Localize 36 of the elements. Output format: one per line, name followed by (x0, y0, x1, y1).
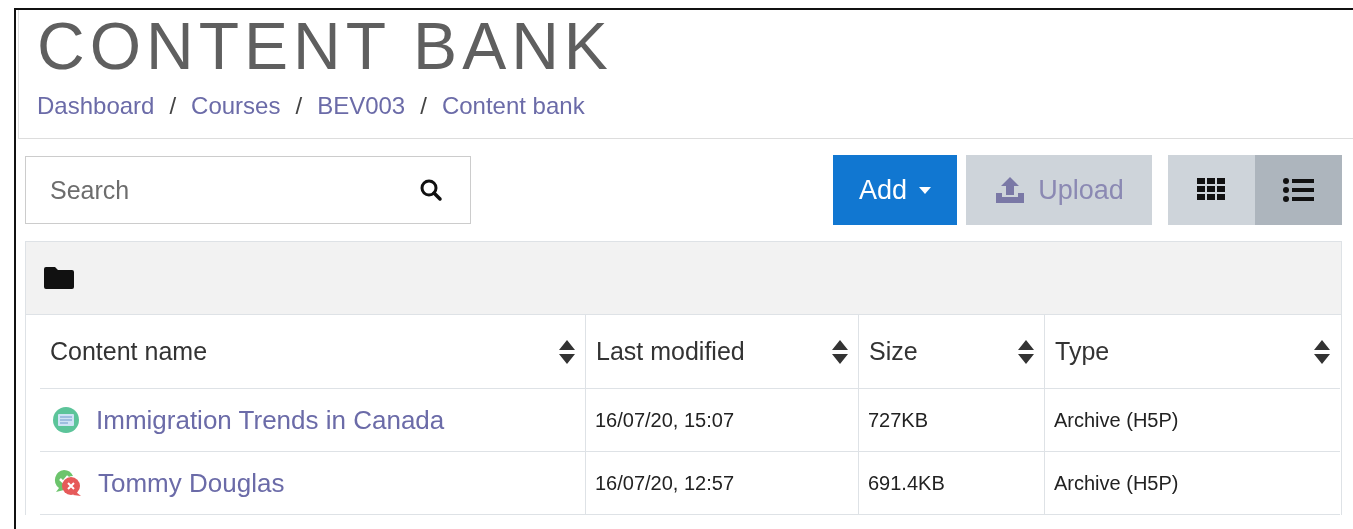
breadcrumb-link[interactable]: Content bank (441, 92, 585, 120)
page-title: CONTENT BANK (37, 10, 614, 82)
column-header[interactable]: Last modified (596, 337, 745, 366)
column-header[interactable]: Type (1055, 337, 1110, 366)
table-cell: 691.4KB (868, 471, 945, 494)
check-cross-icon (52, 468, 82, 498)
breadcrumb-link[interactable]: Dashboard (37, 92, 155, 120)
content-link[interactable]: Immigration Trends in Canada (96, 404, 445, 436)
sort-icon[interactable] (1314, 339, 1330, 364)
table-cell: Archive (H5P) (1054, 471, 1179, 494)
column-header[interactable]: Size (869, 337, 918, 366)
search-icon (419, 178, 443, 202)
upload-icon (994, 175, 1027, 205)
list-icon (1282, 178, 1315, 202)
sort-icon[interactable] (1018, 339, 1034, 364)
breadcrumb-separator: / (295, 92, 303, 120)
add-button[interactable]: Add (832, 155, 957, 225)
search-field[interactable]: Search (25, 156, 471, 224)
list-view-button[interactable] (1255, 155, 1342, 225)
slides-icon (52, 406, 80, 434)
sort-icon[interactable] (559, 339, 575, 364)
table-cell: 16/07/20, 12:57 (595, 471, 734, 494)
column-header[interactable]: Content name (50, 337, 208, 366)
breadcrumb-separator: / (420, 92, 427, 120)
breadcrumb-separator: / (169, 92, 177, 120)
breadcrumb-link[interactable]: Courses (191, 92, 281, 120)
content-link[interactable]: Tommy Douglas (98, 467, 285, 499)
table-cell: Archive (H5P) (1054, 408, 1179, 431)
grid-icon (1196, 178, 1227, 202)
table-cell: 16/07/20, 15:07 (595, 408, 734, 431)
breadcrumb-link[interactable]: BEV003 (317, 92, 406, 120)
folder-icon (44, 267, 74, 289)
caret-icon (919, 186, 931, 194)
grid-view-button[interactable] (1168, 155, 1255, 225)
table-cell: 727KB (868, 408, 929, 431)
sort-icon[interactable] (832, 339, 848, 364)
